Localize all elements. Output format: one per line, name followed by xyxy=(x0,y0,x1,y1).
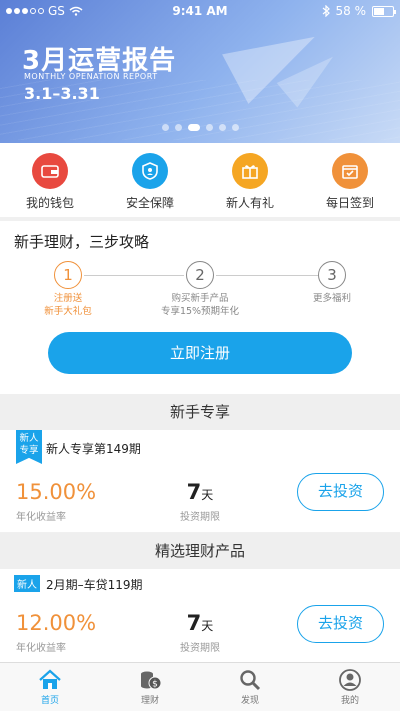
term-label: 投资期限 xyxy=(180,643,220,654)
product-rate: 12.00% xyxy=(16,611,97,635)
new-user-tag: 新人 xyxy=(14,575,40,592)
pager-dot[interactable] xyxy=(218,124,226,131)
step-2: 2 购买新手产品 专享15%预期年化 xyxy=(140,261,260,318)
pager-dot[interactable] xyxy=(205,124,213,131)
tab-mine[interactable]: 我的 xyxy=(300,663,400,711)
step-text: 专享15%预期年化 xyxy=(160,306,240,317)
pager-dot[interactable] xyxy=(161,124,169,131)
register-button[interactable]: 立即注册 xyxy=(48,332,352,374)
step-1: 1 注册送新手大礼包 xyxy=(8,261,128,318)
quick-item-security[interactable]: 安全保障 xyxy=(100,143,200,217)
guide-title: 新手理财，三步攻略 xyxy=(14,233,150,251)
pager-dot[interactable] xyxy=(231,124,239,131)
pager-dot[interactable] xyxy=(187,124,200,131)
product-term: 7天 xyxy=(186,480,214,504)
quick-item-wallet[interactable]: 我的钱包 xyxy=(0,143,100,217)
quick-item-checkin[interactable]: 每日签到 xyxy=(300,143,400,217)
product-card[interactable]: 新人专享 新人专享第149期 15.00% 年化收益率 7天 投资期限 去投资 xyxy=(0,430,400,532)
status-bar: GS 9:41 AM 58 % xyxy=(0,0,400,22)
quick-label: 新人有礼 xyxy=(225,196,274,210)
tab-label: 理财 xyxy=(140,696,159,706)
quick-menu: 我的钱包 安全保障 新人有礼 每日签到 xyxy=(0,143,400,217)
tab-label: 首页 xyxy=(40,696,59,706)
step-number: 3 xyxy=(318,261,346,289)
quick-label: 每日签到 xyxy=(325,196,374,210)
product-card[interactable]: 新人 2月期–车贷119期 12.00% 年化收益率 7天 投资期限 去投资 xyxy=(0,569,400,662)
quick-label: 安全保障 xyxy=(125,196,174,210)
new-user-tag: 新人专享 xyxy=(16,430,42,464)
rate-label: 年化收益率 xyxy=(16,643,66,654)
product-term: 7天 xyxy=(186,611,214,635)
section-header-new-user: 新手专享 xyxy=(0,394,400,430)
guide-steps: 1 注册送新手大礼包 2 购买新手产品 专享15%预期年化 3 更多福利 xyxy=(0,261,400,321)
rate-label: 年化收益率 xyxy=(16,512,66,523)
quick-label: 我的钱包 xyxy=(25,196,74,210)
invest-button[interactable]: 去投资 xyxy=(297,605,384,643)
step-text: 购买新手产品 xyxy=(171,293,229,304)
quick-item-gift[interactable]: 新人有礼 xyxy=(200,143,300,217)
svg-text:$: $ xyxy=(152,680,158,690)
step-text: 新手大礼包 xyxy=(44,306,92,317)
tab-home[interactable]: 首页 xyxy=(0,663,100,711)
newbie-guide: 新手理财，三步攻略 1 注册送新手大礼包 2 购买新手产品 专享15%预期年化 3… xyxy=(0,221,400,394)
carousel-pager[interactable] xyxy=(0,124,400,131)
banner-date: 3.1–3.31 xyxy=(24,84,100,103)
tab-label: 发现 xyxy=(240,696,259,706)
home-icon xyxy=(38,669,62,691)
bluetooth-icon xyxy=(322,5,330,17)
banner-subtitle: MONTHLY OPENATION REPORT xyxy=(24,72,158,81)
product-rate: 15.00% xyxy=(16,480,97,504)
tab-label: 我的 xyxy=(340,696,359,706)
step-number: 2 xyxy=(186,261,214,289)
pager-dot[interactable] xyxy=(174,124,182,131)
calendar-icon xyxy=(332,153,368,189)
product-name: 2月期–车贷119期 xyxy=(46,578,143,592)
magnifier-icon xyxy=(238,669,262,691)
tab-bar: 首页 $ 理财 发现 我的 xyxy=(0,662,400,711)
banner-carousel[interactable]: GS 9:41 AM 58 % 3月运营报告 MONTHLY OPENATION… xyxy=(0,0,400,143)
section-header-selected: 精选理财产品 xyxy=(0,533,400,569)
wallet-icon xyxy=(32,153,68,189)
product-name: 新人专享第149期 xyxy=(46,442,141,456)
shield-icon xyxy=(132,153,168,189)
user-icon xyxy=(338,669,362,691)
battery-percent: 58 % xyxy=(335,4,367,18)
step-3: 3 更多福利 xyxy=(272,261,392,305)
coins-icon: $ xyxy=(138,669,162,691)
gift-icon xyxy=(232,153,268,189)
step-text: 更多福利 xyxy=(312,293,351,304)
battery-icon xyxy=(372,5,396,17)
invest-button[interactable]: 去投资 xyxy=(297,473,384,511)
tab-finance[interactable]: $ 理财 xyxy=(100,663,200,711)
tab-discover[interactable]: 发现 xyxy=(200,663,300,711)
term-label: 投资期限 xyxy=(180,512,220,523)
step-text: 注册送 xyxy=(53,293,83,304)
step-number: 1 xyxy=(54,261,82,289)
